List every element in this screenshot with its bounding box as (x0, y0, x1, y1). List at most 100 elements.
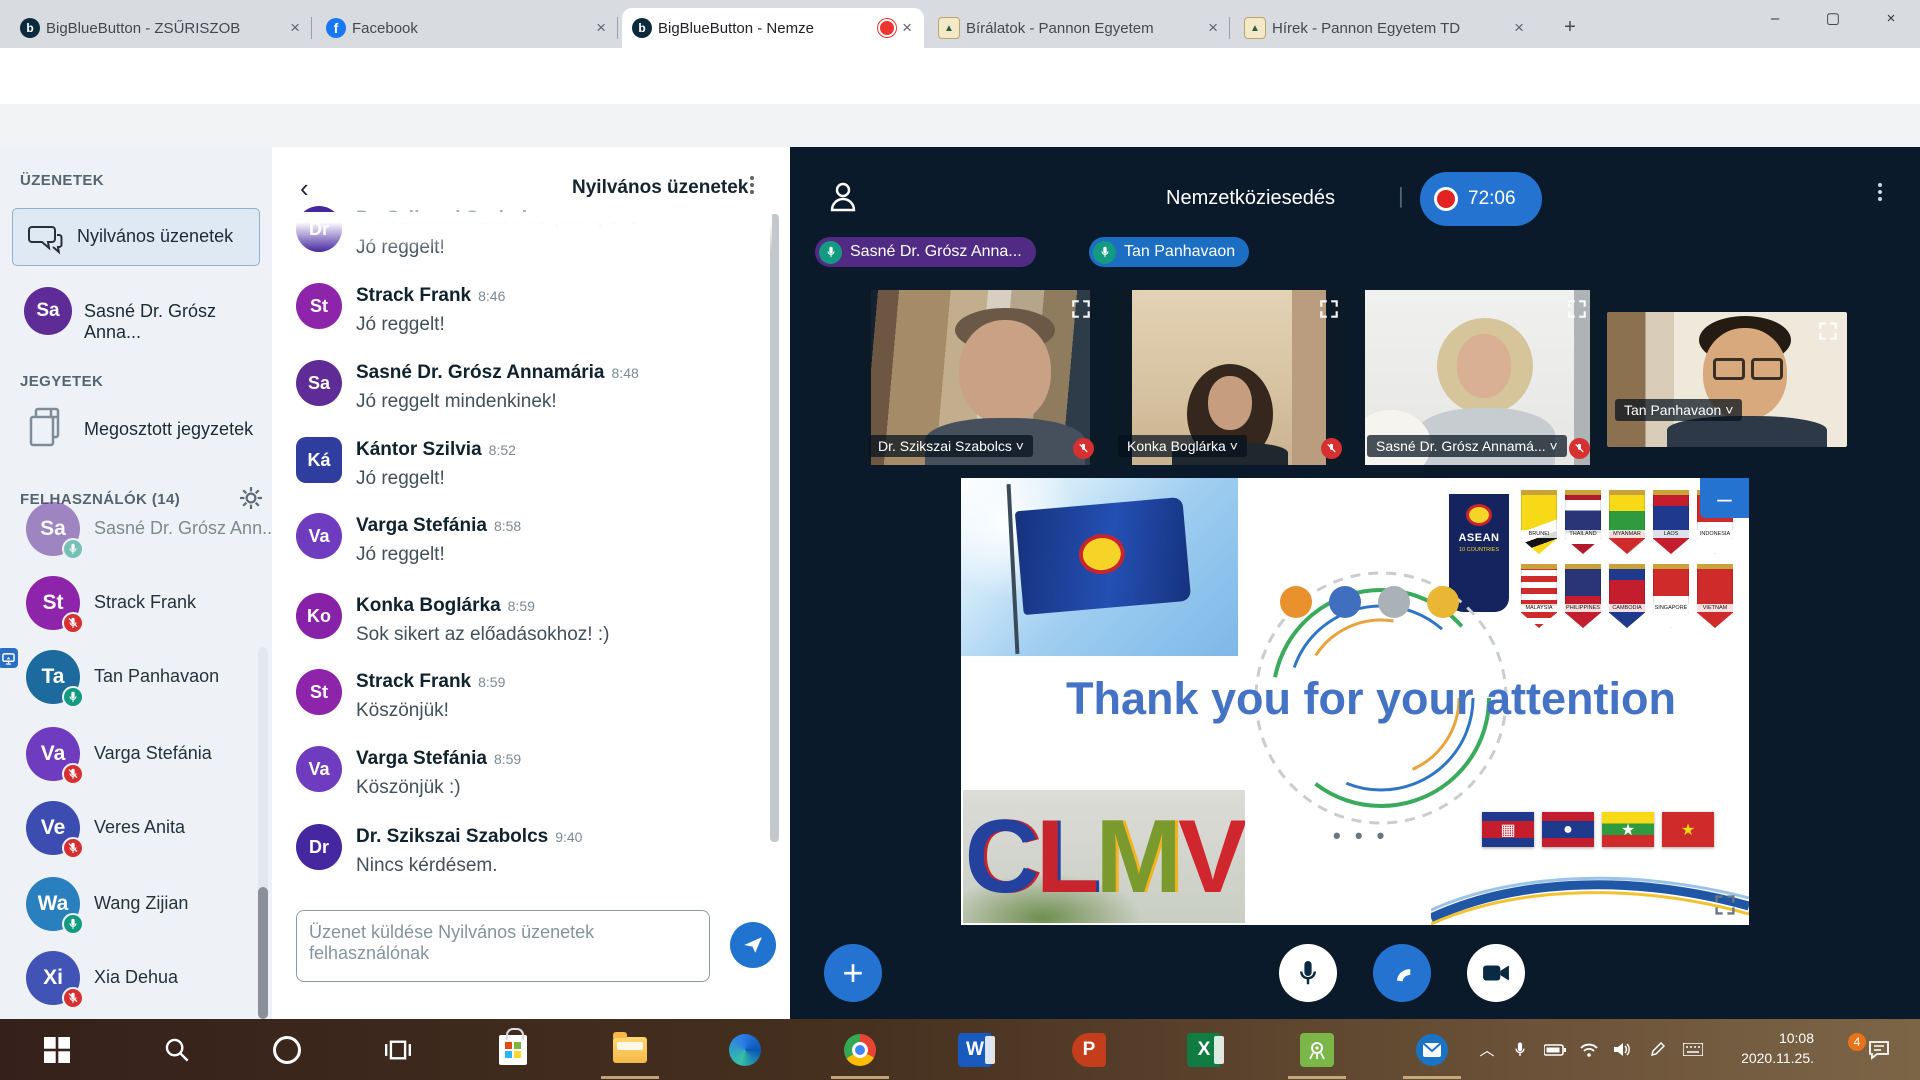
avatar: St (296, 283, 342, 329)
start-button[interactable] (27, 1019, 87, 1080)
send-icon (742, 934, 764, 956)
webcam-muted-icon (1321, 438, 1342, 459)
edge-icon[interactable] (715, 1019, 775, 1080)
webcam-tan[interactable]: Tan Panhavaon ˅ (1607, 312, 1847, 447)
tab-close-icon[interactable]: × (594, 18, 608, 38)
send-message-button[interactable] (730, 922, 776, 968)
meeting-main-area: Nemzetköziesedés | 72:06 Sasné Dr. Grósz… (790, 147, 1920, 1019)
presentation-slide[interactable]: ASEAN 10 COUNTRIES BRUNEI THAILAND MYANM… (961, 478, 1749, 925)
fullscreen-icon[interactable] (1318, 298, 1340, 320)
avatar: Ko (296, 593, 342, 639)
mute-button[interactable] (1279, 944, 1337, 1002)
tab-facebook[interactable]: f Facebook × (316, 8, 618, 48)
plus-icon: + (842, 955, 863, 991)
tab-title: BigBlueButton - Nemze (658, 20, 872, 37)
user-row-veres[interactable]: Ve Veres Anita (0, 801, 272, 871)
chat-scrollbar-thumb[interactable] (770, 214, 779, 842)
tray-pen-icon[interactable] (1644, 1019, 1670, 1080)
message-time: 8:59 (508, 598, 535, 614)
avatar: Sa (24, 287, 72, 335)
user-row-sasne[interactable]: Sa Sasné Dr. Grósz Ann... (0, 502, 272, 572)
thunderbird-icon[interactable] (1402, 1019, 1462, 1080)
fullscreen-icon[interactable] (1070, 298, 1092, 320)
chat-back-chevron[interactable]: ‹ (300, 173, 309, 204)
webcam-name-label[interactable]: Dr. Szikszai Szabolcs ˅ (869, 435, 1033, 457)
tab-close-icon[interactable]: × (1512, 18, 1526, 38)
webcam-szikszai[interactable]: Dr. Szikszai Szabolcs ˅ (861, 290, 1100, 465)
window-maximize-button[interactable]: ▢ (1804, 0, 1862, 38)
tray-keyboard-icon[interactable] (1678, 1019, 1708, 1080)
presentation-fullscreen-icon[interactable] (1713, 893, 1737, 917)
microsoft-store-icon[interactable] (483, 1019, 543, 1080)
taskbar-clock[interactable]: 10:08 2020.11.25. (1722, 1028, 1814, 1068)
tray-volume-icon[interactable] (1608, 1019, 1636, 1080)
user-row-xia[interactable]: Xi Xia Dehua (0, 951, 272, 1021)
window-close-button[interactable]: × (1862, 0, 1920, 38)
camera-app-icon[interactable] (1287, 1019, 1347, 1080)
minimize-presentation-button[interactable]: – (1700, 478, 1749, 518)
tray-battery-icon[interactable] (1540, 1019, 1570, 1080)
webcam-sasne[interactable]: Sasné Dr. Grósz Annamá... ˅ (1359, 290, 1596, 465)
talker-pill-tan[interactable]: Tan Panhavaon (1089, 237, 1249, 267)
mic-muted-badge (62, 763, 84, 785)
user-icon[interactable] (828, 180, 858, 212)
tab-close-icon[interactable]: × (1206, 18, 1220, 38)
fullscreen-icon[interactable] (1817, 320, 1839, 342)
message-time: 8:48 (612, 365, 639, 381)
webcam-name-label[interactable]: Sasné Dr. Grósz Annamá... ˅ (1367, 435, 1567, 457)
excel-icon[interactable]: X (1174, 1019, 1234, 1080)
chat-message-input[interactable] (297, 911, 709, 981)
user-name: Wang Zijian (94, 893, 188, 914)
webcam-share-button[interactable] (1467, 944, 1525, 1002)
user-row-strack[interactable]: St Strack Frank (0, 576, 272, 646)
webcam-muted-icon (1073, 438, 1094, 459)
shared-notes-label: Megosztott jegyzetek (84, 419, 253, 440)
sidebar-scrollbar-thumb[interactable] (258, 887, 268, 1019)
slide-dot-grey (1378, 586, 1410, 618)
tab-bbb-zsuriszoba[interactable]: b BigBlueButton - ZSŰRISZOB × (10, 8, 312, 48)
cortana-icon[interactable] (257, 1019, 317, 1080)
task-view-icon[interactable] (368, 1019, 428, 1080)
clock-date: 2020.11.25. (1722, 1048, 1814, 1068)
tray-mic-icon[interactable] (1506, 1019, 1534, 1080)
message-author: Strack Frank (356, 285, 471, 306)
action-center-icon[interactable] (1862, 1019, 1896, 1080)
tray-expand-icon[interactable]: ︿ (1474, 1019, 1500, 1080)
sidebar-item-public-chat[interactable]: Nyilvános üzenetek (12, 208, 260, 266)
slide-dot-blue (1329, 586, 1361, 618)
powerpoint-icon[interactable]: P (1059, 1019, 1119, 1080)
tab-close-icon[interactable]: × (288, 18, 302, 38)
bigbluebutton-app: ÜZENETEK Nyilvános üzenetek Sa Sasné Dr.… (0, 147, 1920, 1019)
message-time: 8:59 (478, 674, 505, 690)
user-row-tan[interactable]: Ta Tan Panhavaon (0, 650, 272, 720)
tab-close-icon[interactable]: × (900, 18, 914, 38)
word-icon[interactable]: W (945, 1019, 1005, 1080)
recording-indicator-pill[interactable]: 72:06 (1420, 172, 1542, 226)
user-row-varga[interactable]: Va Varga Stefánia (0, 727, 272, 797)
title-divider: | (1398, 183, 1404, 209)
meeting-options-kebab-icon[interactable] (1878, 180, 1882, 204)
webcam-name-label[interactable]: Tan Panhavaon ˅ (1615, 399, 1742, 421)
new-tab-button[interactable]: + (1556, 14, 1584, 42)
message-author: Varga Stefánia (356, 515, 487, 536)
fullscreen-icon[interactable] (1566, 298, 1588, 320)
leave-audio-button[interactable] (1373, 944, 1431, 1002)
user-row-wang[interactable]: Wa Wang Zijian (0, 877, 272, 947)
tab-hirek-pannon[interactable]: ▲ Hírek - Pannon Egyetem TD × (1234, 8, 1536, 48)
file-explorer-icon[interactable] (600, 1019, 660, 1080)
message-author: Varga Stefánia (356, 748, 487, 769)
webcam-konka[interactable]: Konka Boglárka ˅ (1110, 290, 1348, 465)
talker-pill-sasne[interactable]: Sasné Dr. Grósz Anna... (815, 237, 1036, 267)
tab-separator (1229, 17, 1230, 39)
tray-network-icon[interactable] (1575, 1019, 1603, 1080)
window-minimize-button[interactable]: – (1746, 0, 1804, 38)
bbb-favicon: b (20, 18, 40, 38)
actions-plus-button[interactable]: + (824, 944, 882, 1002)
chrome-icon[interactable] (830, 1019, 890, 1080)
tab-biralatok-pannon[interactable]: ▲ Bírálatok - Pannon Egyetem × (928, 8, 1230, 48)
mic-on-badge (62, 538, 84, 560)
chat-options-kebab-icon[interactable] (750, 173, 754, 197)
webcam-name-label[interactable]: Konka Boglárka ˅ (1118, 435, 1247, 457)
search-icon[interactable] (147, 1019, 207, 1080)
tab-bbb-nemzetkoziesedes[interactable]: b BigBlueButton - Nemze × (622, 8, 924, 48)
